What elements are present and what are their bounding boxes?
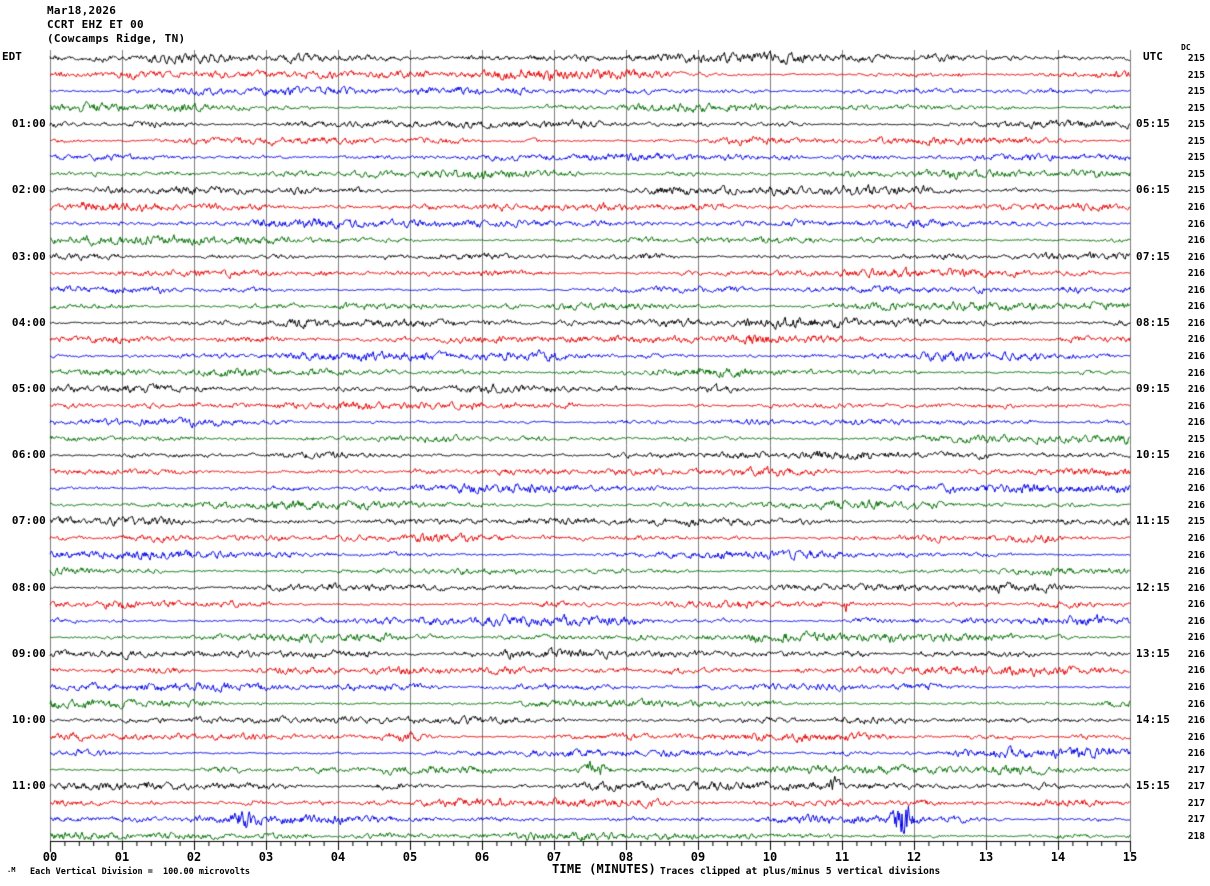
dc-offset-value: 216 (1187, 682, 1205, 693)
dc-offset-value: 215 (1187, 433, 1205, 445)
dc-offset-value: 216 (1187, 317, 1205, 329)
x-tick-label: 13 (978, 850, 994, 864)
dc-offset-value: 216 (1187, 350, 1205, 362)
x-tick-label: 15 (1122, 850, 1138, 864)
dc-offset-value: 216 (1187, 301, 1205, 313)
dc-offset-value: 216 (1187, 599, 1205, 611)
dc-offset-value: 215 (1187, 135, 1205, 147)
dc-offset-value: 216 (1187, 648, 1205, 660)
dc-offset-value: 216 (1187, 582, 1205, 594)
x-tick-label: 10 (762, 850, 778, 864)
dc-offset-value: 218 (1187, 830, 1205, 842)
dc-offset-value: 216 (1187, 450, 1205, 462)
dc-offset-value: 215 (1187, 69, 1205, 81)
x-tick-label: 06 (474, 850, 490, 864)
plot-date: Mar18,2026 (47, 4, 117, 17)
dc-offset-value: 216 (1187, 417, 1205, 429)
scale-note: Each Vertical Division = 100.00 microvol… (30, 867, 251, 877)
left-time-label: 08:00 (11, 580, 46, 594)
left-time-label: 03:00 (11, 249, 46, 263)
dc-offset-value: 216 (1187, 731, 1205, 743)
dc-offset-value: 216 (1187, 218, 1205, 230)
dc-offset-value: 217 (1187, 797, 1205, 809)
dc-offset-value: 217 (1187, 764, 1205, 776)
dc-offset-value: 216 (1187, 384, 1205, 396)
dc-column-header: DC (1181, 43, 1191, 52)
left-timezone-label: EDT (2, 50, 22, 63)
left-time-label: 05:00 (11, 382, 46, 396)
dc-offset-value: 216 (1187, 715, 1205, 727)
corner-mark: .M (7, 866, 16, 874)
left-time-label: 02:00 (11, 183, 46, 197)
dc-offset-value: 216 (1187, 268, 1205, 280)
left-time-label: 06:00 (11, 448, 46, 462)
dc-offset-value: 215 (1187, 152, 1205, 164)
dc-offset-value: 216 (1187, 499, 1205, 511)
dc-offset-value: 215 (1187, 185, 1205, 197)
dc-offset-value: 216 (1187, 235, 1205, 247)
left-time-label: 11:00 (11, 779, 46, 793)
dc-offset-value: 216 (1187, 665, 1205, 677)
dc-offset-value: 215 (1187, 86, 1205, 98)
x-axis-title: TIME (MINUTES) (552, 862, 656, 876)
left-time-label: 07:00 (11, 514, 46, 528)
dc-offset-value: 216 (1187, 400, 1205, 412)
x-tick-label: 14 (1050, 850, 1066, 864)
dc-offset-value: 215 (1187, 168, 1205, 180)
dc-offset-value: 216 (1187, 201, 1205, 213)
dc-offset-value: 216 (1187, 334, 1205, 346)
x-tick-label: 04 (330, 850, 346, 864)
x-tick-label: 12 (906, 850, 922, 864)
left-time-label: 09:00 (11, 646, 46, 660)
dc-offset-value: 215 (1187, 102, 1205, 114)
dc-offset-value: 215 (1187, 53, 1205, 64)
x-tick-label: 03 (258, 850, 274, 864)
dc-offset-value: 216 (1187, 748, 1205, 760)
dc-offset-value: 216 (1187, 483, 1205, 495)
dc-offset-value: 217 (1187, 814, 1205, 826)
clip-note: Traces clipped at plus/minus 5 vertical … (660, 866, 941, 877)
x-tick-label: 00 (42, 850, 58, 864)
left-time-label: 10:00 (11, 713, 46, 727)
dc-offset-value: 216 (1187, 698, 1205, 710)
plot-location: (Cowcamps Ridge, TN) (47, 32, 186, 45)
dc-offset-value: 215 (1187, 119, 1205, 131)
dc-offset-value: 216 (1187, 615, 1205, 627)
dc-offset-value: 216 (1187, 566, 1205, 578)
dc-offset-value: 216 (1187, 251, 1205, 263)
x-tick-label: 02 (186, 850, 202, 864)
dc-offset-value: 216 (1187, 632, 1205, 644)
helicorder-page: Mar18,2026 CCRT EHZ ET 00 (Cowcamps Ridg… (0, 0, 1210, 886)
x-tick-label: 01 (114, 850, 130, 864)
dc-offset-value: 216 (1187, 367, 1205, 379)
dc-offset-value: 216 (1187, 533, 1205, 545)
dc-offset-value: 216 (1187, 549, 1205, 561)
seismogram-canvas (0, 0, 1210, 886)
left-time-label: 01:00 (11, 117, 46, 131)
left-time-label: 04:00 (11, 315, 46, 329)
dc-offset-value: 216 (1187, 284, 1205, 296)
dc-offset-value: 217 (1187, 781, 1205, 793)
x-tick-label: 05 (402, 850, 418, 864)
x-tick-label: 09 (690, 850, 706, 864)
dc-offset-value: 215 (1187, 516, 1205, 528)
plot-channel: CCRT EHZ ET 00 (47, 18, 144, 31)
x-tick-label: 11 (834, 850, 850, 864)
dc-offset-value: 216 (1187, 466, 1205, 478)
